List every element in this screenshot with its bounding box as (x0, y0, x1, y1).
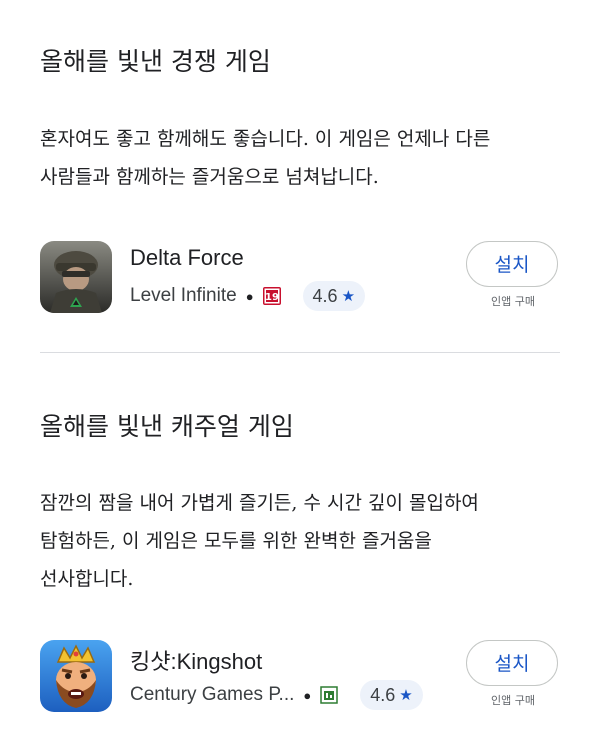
section-description-line: 혼자여도 좋고 함께해도 좋습니다. 이 게임은 언제나 다른 (40, 128, 491, 150)
section-description-line: 잠깐의 짬을 내어 가볍게 즐기든, 수 시간 깊이 몰입하여 (40, 492, 479, 514)
svg-text:19: 19 (265, 292, 279, 303)
section-casual-games: 올해를 빛낸 캐주얼 게임 (40, 412, 560, 442)
separator-dot: ● (303, 687, 312, 703)
section-description-line: 선사합니다. (40, 568, 134, 590)
section-description: 혼자여도 좋고 함께해도 좋습니다. 이 게임은 언제나 다른 사람들과 함께하… (40, 120, 560, 196)
app-meta: Century Games P... ● 4.6 ★ (130, 680, 423, 710)
install-button[interactable]: 설치 (466, 640, 558, 686)
separator-dot: ● (245, 288, 254, 304)
rating-pill: 4.6 ★ (360, 680, 423, 710)
section-title: 올해를 빛낸 캐주얼 게임 (40, 412, 294, 441)
in-app-purchase-label: 인앱 구매 (491, 694, 535, 707)
in-app-purchase-label: 인앱 구매 (491, 295, 535, 308)
install-button[interactable]: 설치 (466, 241, 558, 287)
star-icon: ★ (399, 687, 413, 704)
section-description-line: 탐험하든, 이 게임은 모두를 위한 완벽한 즐거움을 (40, 530, 432, 552)
rating-value: 4.6 (370, 684, 396, 705)
app-name[interactable]: 킹샷:Kingshot (130, 644, 262, 676)
delta-force-soldier-icon[interactable] (40, 241, 112, 313)
section-title: 올해를 빛낸 경쟁 게임 (40, 47, 271, 76)
age-rating-19-icon: 19 (262, 287, 281, 305)
developer-name: Century Games P... (130, 684, 295, 705)
app-meta: Level Infinite ● 19 4.6 ★ (130, 281, 366, 311)
install-group: 설치 인앱 구매 (466, 640, 560, 708)
app-row-delta-force[interactable]: Delta Force Level Infinite ● 19 4.6 ★ 설치… (40, 241, 560, 315)
age-rating-all-icon (320, 686, 339, 704)
section-description: 잠깐의 짬을 내어 가볍게 즐기든, 수 시간 깊이 몰입하여 탐험하든, 이 … (40, 484, 560, 598)
app-row-kingshot[interactable]: 킹샷:Kingshot Century Games P... ● 4.6 ★ 설… (40, 640, 560, 714)
kingshot-king-icon[interactable] (40, 640, 112, 712)
section-competitive-games: 올해를 빛낸 경쟁 게임 (40, 47, 560, 77)
install-group: 설치 인앱 구매 (466, 241, 560, 309)
rating-value: 4.6 (312, 285, 338, 306)
section-divider (40, 352, 560, 353)
developer-name: Level Infinite (130, 285, 237, 306)
rating-pill: 4.6 ★ (302, 281, 366, 311)
section-description-line: 사람들과 함께하는 즐거움으로 넘쳐납니다. (40, 166, 379, 188)
star-icon: ★ (341, 288, 356, 305)
app-name[interactable]: Delta Force (130, 245, 244, 271)
